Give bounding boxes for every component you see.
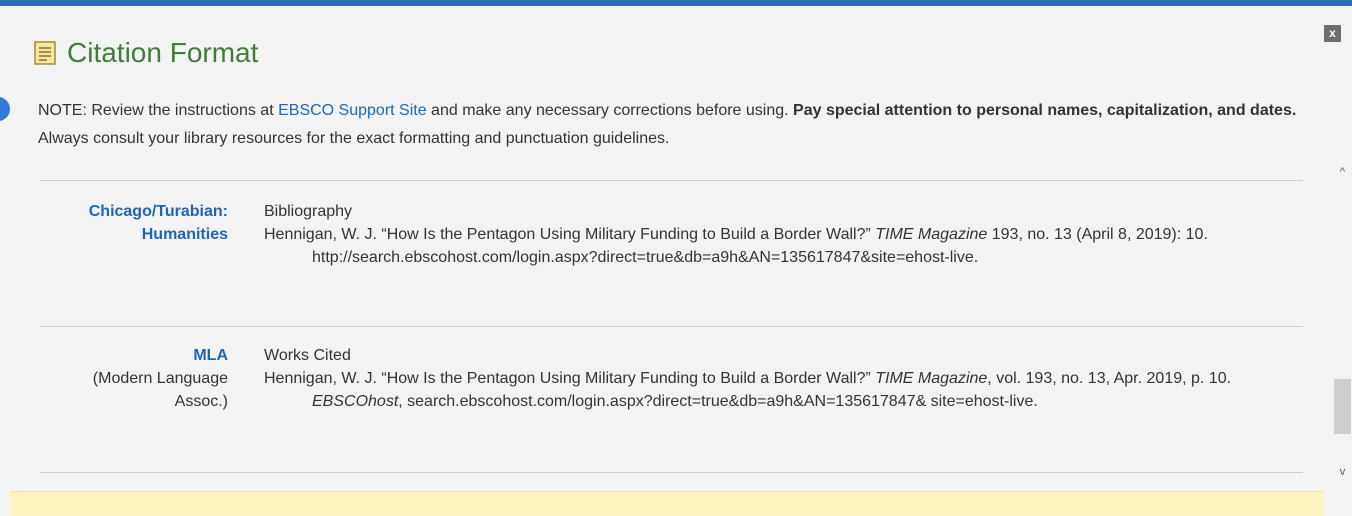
citation-heading: Bibliography [264,203,353,220]
document-icon [34,41,56,65]
dialog-title: Citation Format [67,37,259,68]
vertical-scrollbar[interactable]: ^ v [1333,163,1352,491]
citation-heading: Works Cited [264,347,351,364]
scroll-down-arrow-icon[interactable]: v [1333,463,1352,481]
format-subname: (Modern Language [92,370,228,387]
citation-content: Works Cited Hennigan, W. J. “How Is the … [264,344,1294,413]
divider [40,472,1303,473]
format-subname: Assoc.) [174,393,228,410]
divider [40,180,1303,181]
ref-source: EBSCOhost [312,393,399,410]
citation-reference: Hennigan, W. J. “How Is the Pentagon Usi… [264,367,1294,413]
citation-note: NOTE: Review the instructions at EBSCO S… [38,97,1298,153]
format-subname: Humanities [141,226,228,243]
format-name: Chicago/Turabian: [88,203,228,220]
dialog-header: Citation Format [33,33,258,73]
divider [40,326,1303,327]
citation-format-label: Chicago/Turabian: Humanities [40,200,228,246]
ref-text: Hennigan, W. J. “How Is the Pentagon Usi… [264,226,876,243]
highlight-band [10,491,1323,516]
ebsco-support-link[interactable]: EBSCO Support Site [278,102,427,119]
ref-title: TIME Magazine [875,370,988,387]
citation-format-label: MLA (Modern Language Assoc.) [40,344,228,413]
format-name: MLA [193,347,228,364]
scroll-up-arrow-icon[interactable]: ^ [1333,163,1352,181]
ref-text: , vol. 193, no. 13, Apr. 2019, p. 10. [987,370,1232,387]
info-icon [0,97,10,121]
ref-text: Hennigan, W. J. “How Is the Pentagon Usi… [264,370,876,387]
note-prefix: NOTE: Review the instructions at [38,102,279,119]
dialog-top-border [0,0,1352,6]
close-icon: x [1329,26,1336,40]
note-emphasis: Pay special attention to personal names,… [793,102,1297,119]
ref-title: TIME Magazine [875,226,988,243]
ref-text: , search.ebscohost.com/login.aspx?direct… [398,393,1038,410]
note-suffix: Always consult your library resources fo… [38,130,670,147]
citation-content: Bibliography Hennigan, W. J. “How Is the… [264,200,1294,269]
citation-reference: Hennigan, W. J. “How Is the Pentagon Usi… [264,223,1294,269]
note-middle: and make any necessary corrections befor… [426,102,794,119]
scroll-thumb[interactable] [1334,379,1351,434]
citation-list[interactable]: Chicago/Turabian: Humanities Bibliograph… [40,163,1303,491]
close-button[interactable]: x [1324,25,1341,42]
